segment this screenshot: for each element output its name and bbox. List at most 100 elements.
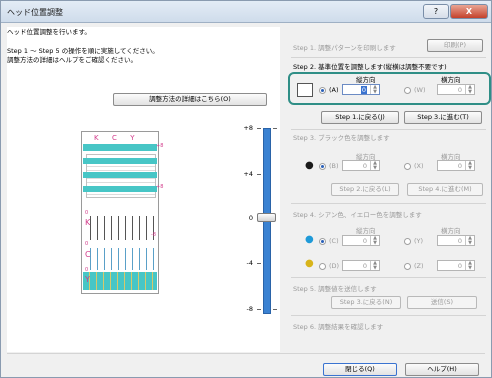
spin-arrows-icon[interactable]: ▲ ▼: [370, 161, 379, 170]
radio-b[interactable]: [319, 163, 326, 170]
spin-w[interactable]: 0 ▲ ▼: [437, 84, 475, 95]
title-help-button[interactable]: ?: [423, 4, 449, 19]
radio-a-label: (A): [329, 86, 339, 94]
adjustment-pattern-image: K C Y +8 +8 K 0 C 0 Y 0 -8: [81, 131, 163, 294]
scale-tick: [273, 128, 277, 129]
step3-label: Step 3. ブラック色を調整します: [293, 134, 390, 142]
yellow-ink-drop-icon: ●: [305, 258, 314, 269]
divider: [291, 203, 486, 204]
radio-y[interactable]: [404, 238, 411, 245]
step6-label: Step 6. 調整結果を確認します: [293, 323, 384, 331]
step2-next-button[interactable]: Step 3.に進む(T): [404, 111, 482, 124]
spin-x[interactable]: 0 ▲ ▼: [437, 160, 475, 171]
scale-slider-thumb[interactable]: [257, 213, 276, 222]
scale-tick: [257, 263, 261, 264]
step2-col-horizontal: 横方向: [441, 76, 461, 84]
dialog-window: ヘッド位置調整 ? X ヘッド位置調整を行います。 Step 1 ～ Step …: [0, 0, 492, 378]
divider: [291, 57, 486, 58]
scale-tick: [257, 309, 261, 310]
divider: [291, 315, 486, 316]
spin-arrows-icon[interactable]: ▲ ▼: [370, 85, 379, 94]
pattern-row-k: K: [85, 218, 91, 227]
close-button[interactable]: 閉じる(Q): [323, 363, 397, 376]
title-bar: ヘッド位置調整 ? X: [1, 1, 491, 23]
step5-label: Step 5. 調整値を送信します: [293, 285, 377, 293]
radio-w[interactable]: [404, 87, 411, 94]
step2-back-button[interactable]: Step 1.に戻る(J): [321, 111, 399, 124]
step2-label: Step 2. 基準位置を調整します(縦横は調整不要です): [293, 63, 447, 71]
step4-col-horizontal: 横方向: [441, 227, 461, 235]
spin-arrows-icon[interactable]: ▲ ▼: [465, 85, 474, 94]
spin-x-value: 0: [457, 162, 462, 170]
black-ink-drop-icon: ●: [305, 160, 314, 171]
pattern-band: [83, 186, 157, 192]
pattern-color-labels: K C Y: [94, 134, 154, 142]
radio-w-label: (W): [414, 86, 426, 94]
help-button[interactable]: ヘルプ(H): [405, 363, 479, 376]
step5-back-button[interactable]: Step 3.に戻る(N): [331, 296, 401, 309]
spin-arrows-icon[interactable]: ▲ ▼: [465, 236, 474, 245]
spin-arrows-icon[interactable]: ▲ ▼: [370, 261, 379, 270]
spin-z-value: 0: [457, 262, 462, 270]
pattern-row-c: C: [85, 250, 91, 259]
adjustment-scale: +8 +4 0 -4 -8: [239, 117, 287, 323]
pattern-mark: 0: [85, 267, 89, 273]
pattern-band: [83, 172, 157, 178]
pattern-row-y: Y: [85, 275, 90, 284]
send-button[interactable]: 送信(S): [407, 296, 477, 309]
spin-a[interactable]: 0 ▲ ▼: [342, 84, 380, 95]
divider: [291, 277, 486, 278]
details-button[interactable]: 調整方法の詳細はこちら(O): [113, 93, 267, 106]
radio-x-label: (X): [414, 162, 424, 170]
divider: [291, 129, 486, 130]
scale-tick: [257, 174, 261, 175]
spin-y-value: 0: [457, 237, 462, 245]
spin-c[interactable]: 0 ▲ ▼: [342, 235, 380, 246]
window-title: ヘッド位置調整: [7, 8, 63, 17]
spin-b-value: 0: [362, 162, 367, 170]
pattern-label-y: Y: [130, 134, 135, 142]
pattern-label-k: K: [94, 134, 99, 142]
pattern-lines-y: [83, 272, 157, 290]
spin-arrows-icon[interactable]: ▲ ▼: [370, 236, 379, 245]
spin-d-value: 0: [362, 262, 367, 270]
footer-divider: [7, 353, 485, 354]
intro-line-2: Step 1 ～ Step 5 の操作を順に実施してください。: [7, 47, 159, 55]
print-button[interactable]: 印刷(P): [427, 39, 483, 52]
pattern-lines-c: [84, 248, 156, 270]
radio-d-label: (D): [329, 262, 340, 270]
radio-z[interactable]: [404, 263, 411, 270]
step4-col-vertical: 縦方向: [356, 227, 376, 235]
intro-line-3: 調整方法の詳細はヘルプをご確認ください。: [7, 56, 137, 64]
spin-d[interactable]: 0 ▲ ▼: [342, 260, 380, 271]
spin-arrows-icon[interactable]: ▲ ▼: [465, 161, 474, 170]
cyan-ink-drop-icon: ●: [305, 234, 314, 245]
scale-label: -8: [246, 305, 253, 313]
pattern-band: [83, 158, 157, 164]
step3-next-button[interactable]: Step 4.に進む(M): [407, 183, 483, 196]
radio-y-label: (Y): [414, 237, 424, 245]
radio-a[interactable]: [319, 87, 326, 94]
radio-d[interactable]: [319, 263, 326, 270]
intro-text: ヘッド位置調整を行います。 Step 1 ～ Step 5 の操作を順に実施して…: [7, 28, 277, 64]
title-close-button[interactable]: X: [450, 4, 488, 19]
spin-z[interactable]: 0 ▲ ▼: [437, 260, 475, 271]
pattern-mark: +8: [156, 184, 164, 190]
spin-c-value: 0: [362, 237, 367, 245]
pattern-lines-k: [84, 216, 156, 240]
step4-label: Step 4. シアン色、イエロー色を調整します: [293, 211, 422, 219]
step3-back-button[interactable]: Step 2.に戻る(L): [331, 183, 399, 196]
step2-col-vertical: 縦方向: [356, 76, 376, 84]
spin-a-value: 0: [360, 86, 367, 94]
pattern-mark: +8: [156, 143, 164, 149]
spin-y[interactable]: 0 ▲ ▼: [437, 235, 475, 246]
scale-tick: [273, 309, 277, 310]
spin-arrows-icon[interactable]: ▲ ▼: [465, 261, 474, 270]
scale-label: +4: [243, 170, 253, 178]
radio-x[interactable]: [404, 163, 411, 170]
spin-b[interactable]: 0 ▲ ▼: [342, 160, 380, 171]
intro-line-2-block: Step 1 ～ Step 5 の操作を順に実施してください。 調整方法の詳細は…: [7, 47, 307, 65]
radio-c[interactable]: [319, 238, 326, 245]
step2-color-swatch: [297, 83, 313, 97]
radio-c-label: (C): [329, 237, 339, 245]
